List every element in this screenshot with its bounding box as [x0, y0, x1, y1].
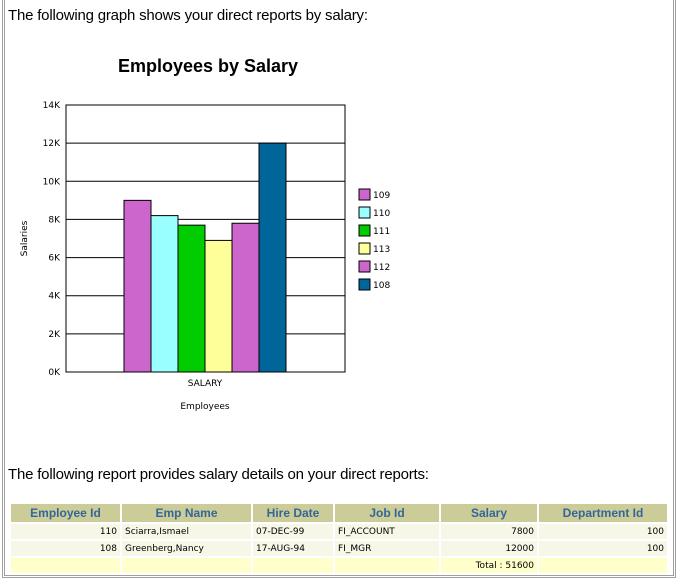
cell-hire-date: 07-DEC-99: [253, 524, 333, 541]
y-axis-ticks: 0K 2K 4K 6K 8K 10K 12K 14K: [43, 101, 61, 378]
report-intro-text: The following report provides salary det…: [8, 466, 429, 483]
cell-department-id: 100: [539, 541, 667, 558]
legend-swatch: [358, 260, 371, 273]
y-axis-label: Salaries: [20, 220, 30, 256]
legend-item-112[interactable]: 112: [358, 260, 390, 273]
column-header-job-id[interactable]: Job Id: [335, 504, 439, 524]
y-tick-label: 14K: [43, 101, 61, 111]
cell-emp-name: Sciarra,Ismael: [122, 524, 251, 541]
column-header-employee-id[interactable]: Employee Id: [11, 504, 120, 524]
total-cell-empty: [253, 558, 333, 575]
bar-113[interactable]: [204, 239, 233, 373]
column-header-hire-date[interactable]: Hire Date: [253, 504, 333, 524]
legend-label: 112: [373, 263, 390, 273]
y-tick-label: 10K: [43, 177, 61, 187]
cell-employee-id: 108: [11, 541, 120, 558]
chart-bars: [123, 142, 287, 373]
cell-emp-name: Greenberg,Nancy: [122, 541, 251, 558]
legend-swatch: [358, 242, 371, 255]
salary-total: Total : 51600: [441, 558, 537, 575]
cell-job-id: FI_MGR: [335, 541, 439, 558]
table-row: 110 Sciarra,Ismael 07-DEC-99 FI_ACCOUNT …: [11, 524, 667, 541]
legend-item-111[interactable]: 111: [358, 224, 390, 237]
graph-intro-text: The following graph shows your direct re…: [8, 7, 368, 24]
table-row: 108 Greenberg,Nancy 17-AUG-94 FI_MGR 120…: [11, 541, 667, 558]
legend-label: 110: [373, 209, 390, 219]
y-tick-label: 8K: [48, 215, 61, 225]
legend-label: 108: [373, 281, 390, 291]
y-tick-label: 12K: [43, 139, 61, 149]
legend-label: 109: [373, 191, 390, 201]
legend-swatch: [358, 278, 371, 291]
column-header-emp-name[interactable]: Emp Name: [122, 504, 251, 524]
chart-title: Employees by Salary: [118, 56, 298, 76]
y-tick-label: 4K: [48, 292, 61, 302]
total-cell-empty: [539, 558, 667, 575]
legend-label: 111: [373, 227, 390, 237]
legend-item-113[interactable]: 113: [358, 242, 390, 255]
bar-108[interactable]: [258, 142, 287, 373]
bar-109[interactable]: [123, 199, 152, 373]
chart-legend: 109 110 111 113 112 108: [358, 188, 390, 291]
y-tick-label: 6K: [48, 254, 61, 264]
total-cell-empty: [11, 558, 120, 575]
total-row: Total : 51600: [11, 558, 667, 575]
cell-hire-date: 17-AUG-94: [253, 541, 333, 558]
y-tick-label: 2K: [48, 330, 61, 340]
legend-swatch: [358, 188, 371, 201]
column-header-salary[interactable]: Salary: [441, 504, 537, 524]
legend-swatch: [358, 224, 371, 237]
cell-department-id: 100: [539, 524, 667, 541]
cell-job-id: FI_ACCOUNT: [335, 524, 439, 541]
x-axis-label: Employees: [180, 402, 230, 412]
x-category-label: SALARY: [188, 379, 223, 389]
legend-swatch: [358, 206, 371, 219]
salary-report-table: Employee Id Emp Name Hire Date Job Id Sa…: [9, 504, 669, 575]
bar-111[interactable]: [177, 224, 206, 373]
legend-item-110[interactable]: 110: [358, 206, 390, 219]
legend-item-109[interactable]: 109: [358, 188, 390, 201]
column-header-department-id[interactable]: Department Id: [539, 504, 667, 524]
legend-item-108[interactable]: 108: [358, 278, 390, 291]
total-cell-empty: [335, 558, 439, 575]
cell-salary: 7800: [441, 524, 537, 541]
legend-label: 113: [373, 245, 390, 255]
table-header-row: Employee Id Emp Name Hire Date Job Id Sa…: [11, 504, 667, 524]
bar-112[interactable]: [231, 222, 260, 373]
bar-110[interactable]: [150, 215, 179, 373]
y-tick-label: 0K: [48, 368, 61, 378]
cell-salary: 12000: [441, 541, 537, 558]
cell-employee-id: 110: [11, 524, 120, 541]
total-cell-empty: [122, 558, 251, 575]
salary-bar-chart: Employees by Salary 0K2K4K6K8K10K12K14K …: [20, 56, 390, 412]
